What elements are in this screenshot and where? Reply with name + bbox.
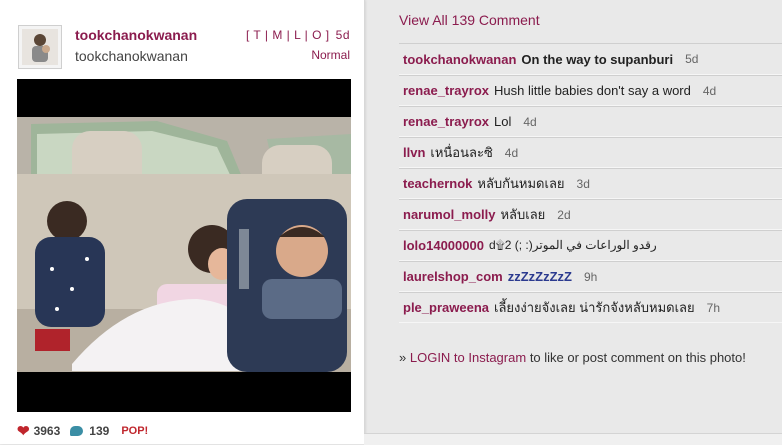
comments-panel: View All 139 Comment tookchanokwanan On … [364,0,782,444]
heart-icon[interactable]: ❤ [17,422,30,440]
comment-age: 4d [702,83,717,98]
comment-username[interactable]: renae_trayrox [403,114,489,129]
pop-badge[interactable]: POP! [121,425,148,437]
comment-text: เหนื่อนละซิ [430,145,493,160]
comment-item: llvn เหนื่อนละซิ 4d [399,137,782,168]
comment-username[interactable]: lolo14000000 [403,238,484,253]
login-suffix: to like or post comment on this photo! [529,350,746,365]
comment-text: Hush little babies don't say a word [494,83,691,98]
filter-name: Normal [311,48,350,62]
comment-age: 7h [706,300,721,315]
comment-item: renae_trayrox Lol 4d [399,106,782,137]
comment-username[interactable]: laurelshop_com [403,269,503,284]
post-username[interactable]: tookchanokwanan [75,27,197,43]
photo-car-interior [17,79,351,412]
filter-links-text[interactable]: [ T | M | L | O ] [246,28,330,42]
comment-text: เลี้ยงง่ายจังเลย น่ารักจังหลับหมดเลย [494,300,695,315]
login-bullet: » [399,350,407,365]
comments-count: 139 [89,424,110,438]
comment-item: lolo14000000 d۩رقدو الوراعات في الموتر(:… [399,230,782,261]
comment-username[interactable]: llvn [403,145,425,160]
comment-username[interactable]: ple_praweena [403,300,489,315]
comment-item: laurelshop_com zzZzZzZzZ 9h [399,261,782,292]
avatar[interactable] [18,25,62,69]
post-photo[interactable] [17,79,351,412]
comment-text: หลับกันหมดเลย [477,176,565,191]
login-link[interactable]: LOGIN to Instagram [410,350,526,365]
photo-card: tookchanokwanan tookchanokwanan [ T | M … [0,0,365,444]
post-stats: ❤ 3963 139 POP! [17,422,148,440]
comment-age: 3d [576,176,590,191]
view-all-comments-link[interactable]: View All 139 Comment [399,12,540,28]
comment-username[interactable]: tookchanokwanan [403,52,516,67]
comment-username[interactable]: renae_trayrox [403,83,489,98]
comment-text: On the way to supanburi [521,51,674,67]
comment-username[interactable]: narumol_molly [403,207,495,222]
comment-age: 4d [523,114,537,129]
horizontal-scrollbar[interactable] [364,433,782,445]
comment-item: narumol_molly หลับเลย 2d [399,199,782,230]
comment-text: หลับเลย [500,207,546,222]
filter-links[interactable]: [ T | M | L | O ] 5d [246,28,350,42]
comment-text: zzZzZzZzZ [507,269,572,284]
post-full-name: tookchanokwanan [75,48,188,64]
comment-item: ple_praweena เลี้ยงง่ายจังเลย น่ารักจังห… [399,292,782,323]
comment-text: Lol [494,114,512,129]
comment-username[interactable]: teachernok [403,176,472,191]
comment-age: 4d [504,145,519,160]
avatar-image [22,29,58,65]
post-age: 5d [335,28,350,42]
comment-age: 2d [557,207,571,222]
comment-item: renae_trayrox Hush little babies don't s… [399,75,782,106]
comments-list: tookchanokwanan On the way to supanburi … [399,43,782,323]
comment-text: d۩رقدو الوراعات في الموتر(: ;) 2 [488,238,657,252]
login-prompt: » LOGIN to Instagram to like or post com… [399,350,746,365]
likes-count: 3963 [33,424,61,438]
comment-bubble-icon[interactable] [70,426,84,436]
comment-age: 5d [685,52,699,66]
comment-item: teachernok หลับกันหมดเลย 3d [399,168,782,199]
comment-age: 9h [583,269,598,284]
comment-item: tookchanokwanan On the way to supanburi … [399,43,782,75]
